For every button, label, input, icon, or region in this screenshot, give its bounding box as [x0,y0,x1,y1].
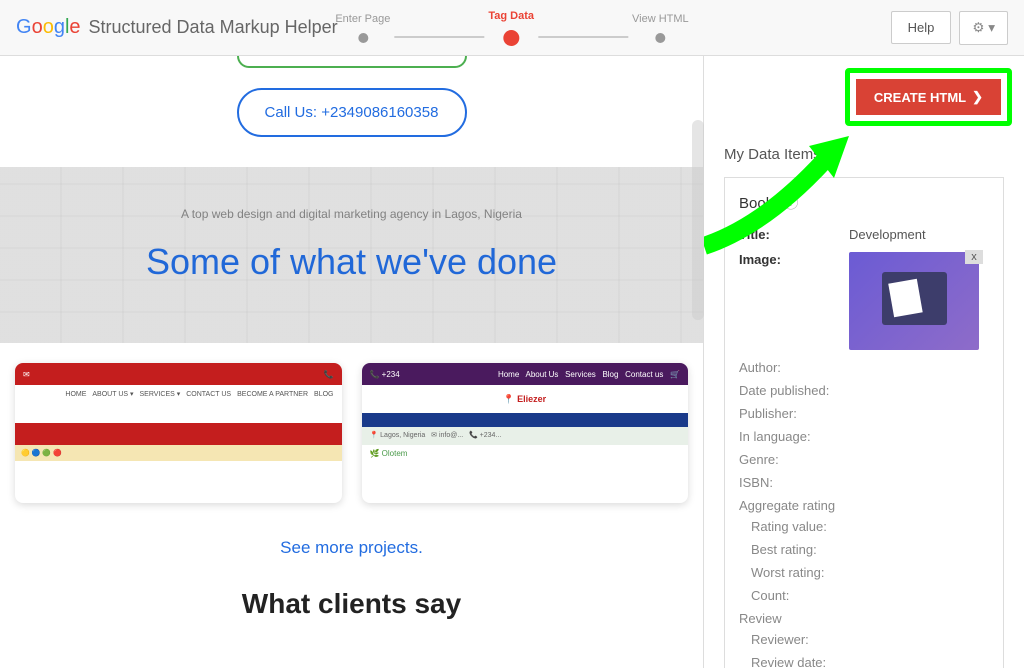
hero-section: A top web design and digital marketing a… [0,167,703,343]
project-banner [15,423,342,445]
group-aggregate-rating[interactable]: Aggregate rating [739,498,989,513]
step-tag-data[interactable]: Tag Data [488,10,534,46]
project-stripe [362,413,689,427]
field-best-rating[interactable]: Best rating: [751,542,989,557]
hero-title: Some of what we've done [30,241,673,283]
settings-button[interactable]: ⚙ ▾ [959,11,1008,45]
step-enter-page[interactable]: Enter Page [335,13,390,43]
field-date-published[interactable]: Date published: [739,383,989,398]
app-header: Google Structured Data Markup Helper Ent… [0,0,1024,56]
logo-area: Google Structured Data Markup Helper [16,16,338,39]
progress-stepper: Enter Page Tag Data View HTML [335,10,688,46]
image-thumbnail: x [849,252,979,350]
step-dot-icon [503,30,519,46]
step-line [538,36,628,38]
project-card[interactable]: 📞 +234Home About Us Services Blog Contac… [362,363,689,503]
field-publisher[interactable]: Publisher: [739,406,989,421]
panel-title: My Data Items [724,138,1004,177]
thumb-graphic [888,279,922,318]
caret-down-icon: ▾ [988,20,995,36]
highlight-annotation: CREATE HTML ❯ [845,68,1012,126]
data-card: Book ⓘ Title: Development Image: x Autho… [724,177,1004,668]
step-dot-icon [358,33,368,43]
data-sidebar: CREATE HTML ❯ My Data Items Book ⓘ Title… [704,56,1024,668]
project-brand: 📍 Eliezer [362,385,689,413]
project-card[interactable]: ✉📞 HOMEABOUT US ▾SERVICES ▾CONTACT USBEC… [15,363,342,503]
group-review[interactable]: Review [739,611,989,626]
step-line [394,36,484,38]
help-button[interactable]: Help [891,11,952,44]
project-brand: 🌿 Olotem [362,445,689,471]
project-header-bar: 📞 +234Home About Us Services Blog Contac… [362,363,689,385]
see-more-link[interactable]: See more projects. [0,538,703,558]
field-author[interactable]: Author: [739,360,989,375]
projects-row: ✉📞 HOMEABOUT US ▾SERVICES ▾CONTACT USBEC… [0,343,703,523]
field-image[interactable]: Image: x [739,252,989,350]
field-worst-rating[interactable]: Worst rating: [751,565,989,580]
google-logo: Google [16,16,81,39]
field-count[interactable]: Count: [751,588,989,603]
schema-type: Book ⓘ [739,192,989,213]
step-view-html[interactable]: View HTML [632,13,689,43]
step-dot-icon [655,33,665,43]
field-isbn[interactable]: ISBN: [739,475,989,490]
field-title[interactable]: Title: Development [739,227,989,242]
help-icon[interactable]: ⓘ [783,195,798,212]
field-rating-value[interactable]: Rating value: [751,519,989,534]
chevron-right-icon: ❯ [972,89,983,105]
main-container: Call Us: +2349086160358 A top web design… [0,56,1024,668]
remove-image-button[interactable]: x [965,250,983,264]
field-reviewer[interactable]: Reviewer: [751,632,989,647]
field-in-language[interactable]: In language: [739,429,989,444]
project-header-bar: ✉📞 [15,363,342,385]
clients-heading: What clients say [0,588,703,620]
project-sponsors: 🟡 🔵 🟢 🔴 [15,445,342,461]
gear-icon: ⚙ [972,20,984,36]
project-nav: HOMEABOUT US ▾SERVICES ▾CONTACT USBECOME… [15,385,342,403]
project-info-bar: 📍 Lagos, Nigeria ✉ info@... 📞 +234... [362,427,689,445]
button-edge [237,56,467,68]
app-title: Structured Data Markup Helper [89,17,338,38]
field-genre[interactable]: Genre: [739,452,989,467]
call-us-button[interactable]: Call Us: +2349086160358 [237,88,467,137]
field-review-date[interactable]: Review date: [751,655,989,668]
create-html-button[interactable]: CREATE HTML ❯ [856,79,1001,115]
scrollbar-thumb[interactable] [692,120,704,320]
page-preview[interactable]: Call Us: +2349086160358 A top web design… [0,56,704,668]
tagline: A top web design and digital marketing a… [30,207,673,221]
